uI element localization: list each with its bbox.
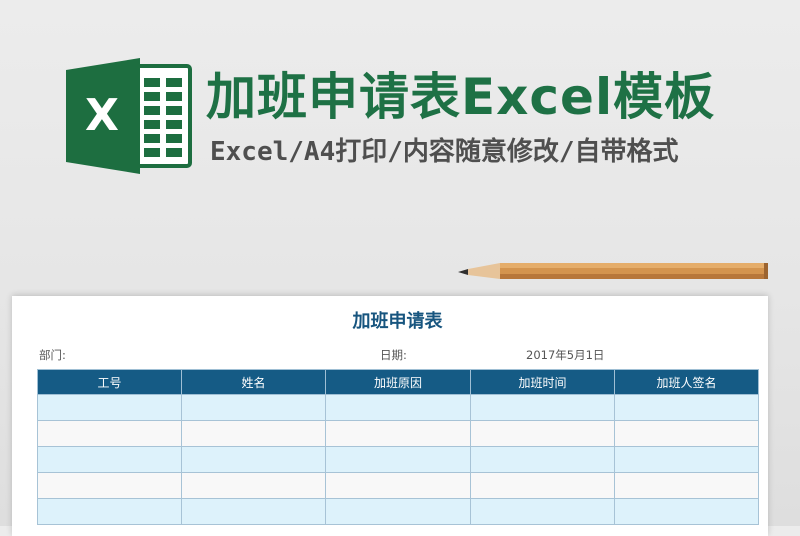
- table-cell[interactable]: [470, 446, 615, 473]
- table-cell[interactable]: [470, 420, 615, 447]
- date-label: 日期:: [380, 348, 407, 362]
- sheet-title: 加班申请表: [352, 311, 443, 332]
- table-cell[interactable]: [325, 472, 471, 499]
- sheet-preview: 加班申请表 部门: 日期: 2017年5月1日 工号 姓名 加班原因 加班时间 …: [12, 296, 768, 536]
- column-header-signature[interactable]: 加班人签名: [614, 369, 759, 395]
- table-cell[interactable]: [614, 472, 759, 499]
- table-cell[interactable]: [325, 498, 471, 525]
- table-row: [37, 394, 759, 421]
- table-cell[interactable]: [470, 498, 615, 525]
- table-cell[interactable]: [614, 498, 759, 525]
- column-header-name[interactable]: 姓名: [181, 369, 326, 395]
- table-cell[interactable]: [614, 394, 759, 421]
- table-cell[interactable]: [37, 446, 182, 473]
- banner-title: 加班申请表Excel模板: [206, 68, 716, 126]
- excel-logo-letter: X: [85, 90, 119, 141]
- table-cell[interactable]: [37, 420, 182, 447]
- pencil-icon: [458, 263, 768, 279]
- date-value: 2017年5月1日: [526, 348, 605, 362]
- table-cell[interactable]: [181, 446, 326, 473]
- dept-label: 部门:: [39, 348, 66, 362]
- column-header-reason[interactable]: 加班原因: [325, 369, 471, 395]
- excel-logo-icon: X: [66, 58, 192, 174]
- table-cell[interactable]: [325, 420, 471, 447]
- column-header-employee-id[interactable]: 工号: [37, 369, 182, 395]
- overtime-table: 工号 姓名 加班原因 加班时间 加班人签名: [37, 369, 759, 525]
- table-cell[interactable]: [37, 472, 182, 499]
- table-cell[interactable]: [37, 394, 182, 421]
- column-header-time[interactable]: 加班时间: [470, 369, 615, 395]
- table-cell[interactable]: [181, 420, 326, 447]
- table-cell[interactable]: [614, 420, 759, 447]
- table-cell[interactable]: [614, 446, 759, 473]
- banner-subtitle: Excel/A4打印/内容随意修改/自带格式: [210, 137, 679, 167]
- table-row: [37, 472, 759, 499]
- table-cell[interactable]: [470, 394, 615, 421]
- table-cell[interactable]: [37, 498, 182, 525]
- table-row: [37, 446, 759, 473]
- table-header-row: 工号 姓名 加班原因 加班时间 加班人签名: [37, 369, 759, 395]
- table-cell[interactable]: [325, 394, 471, 421]
- table-cell[interactable]: [325, 446, 471, 473]
- table-row: [37, 420, 759, 447]
- table-cell[interactable]: [181, 394, 326, 421]
- table-cell[interactable]: [181, 472, 326, 499]
- table-row: [37, 498, 759, 525]
- table-cell[interactable]: [470, 472, 615, 499]
- table-cell[interactable]: [181, 498, 326, 525]
